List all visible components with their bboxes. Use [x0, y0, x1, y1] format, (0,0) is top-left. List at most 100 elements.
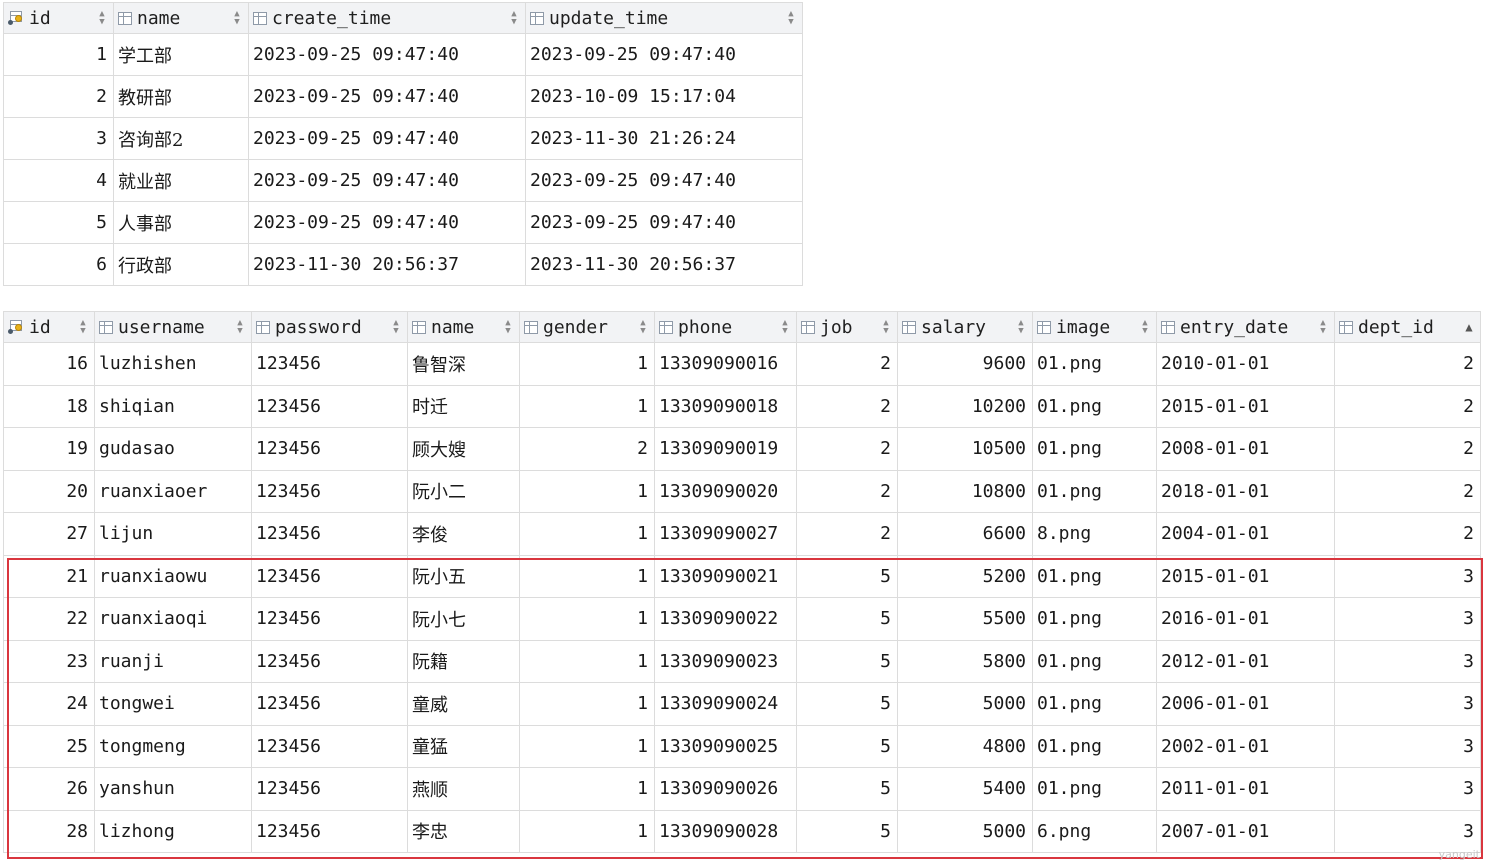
emp-col-job-header[interactable]: job ▲ ▼ — [796, 311, 898, 343]
emp-cell-phone[interactable]: 13309090022 — [654, 597, 797, 641]
emp-cell-job[interactable]: 2 — [796, 469, 898, 513]
emp-cell-id[interactable]: 24 — [3, 682, 95, 726]
emp-cell-phone[interactable]: 13309090026 — [654, 767, 797, 811]
emp-cell-job[interactable]: 5 — [796, 724, 898, 768]
table-row[interactable]: 21 ruanxiaowu 123456 阮小五 1 13309090021 5 5200 01… — [3, 554, 1481, 598]
emp-cell-gender[interactable]: 1 — [519, 384, 655, 428]
dept-cell-name[interactable]: 咨询部2 — [113, 117, 249, 160]
emp-cell-password[interactable]: 123456 — [251, 554, 408, 598]
sort-arrows-icon[interactable]: ▲ ▼ — [1016, 319, 1026, 336]
emp-cell-entry-date[interactable]: 2006-01-01 — [1156, 682, 1335, 726]
dept-cell-update-time[interactable]: 2023-11-30 20:56:37 — [525, 243, 803, 286]
emp-cell-password[interactable]: 123456 — [251, 342, 408, 386]
emp-cell-job[interactable]: 5 — [796, 554, 898, 598]
emp-cell-password[interactable]: 123456 — [251, 384, 408, 428]
table-row[interactable]: 23 ruanji 123456 阮籍 1 13309090023 5 5800 01.png 2… — [3, 639, 1481, 683]
emp-cell-username[interactable]: ruanxiaoer — [94, 469, 252, 513]
sort-arrows-icon[interactable]: ▲ ▼ — [780, 319, 790, 336]
emp-cell-job[interactable]: 5 — [796, 639, 898, 683]
table-row[interactable]: 3 咨询部2 2023-09-25 09:47:40 2023-11-30 21:26… — [3, 117, 803, 160]
emp-cell-phone[interactable]: 13309090018 — [654, 384, 797, 428]
dept-cell-create-time[interactable]: 2023-09-25 09:47:40 — [248, 75, 526, 118]
emp-cell-gender[interactable]: 1 — [519, 554, 655, 598]
dept-col-update-time-header[interactable]: update_time ▲ ▼ — [525, 2, 803, 34]
emp-cell-dept-id[interactable]: 2 — [1334, 427, 1481, 471]
emp-cell-phone[interactable]: 13309090023 — [654, 639, 797, 683]
sort-ascending-icon[interactable]: ▲ — [1464, 321, 1474, 333]
emp-cell-gender[interactable]: 1 — [519, 512, 655, 556]
sort-arrows-icon[interactable]: ▲ ▼ — [97, 10, 107, 27]
emp-cell-gender[interactable]: 1 — [519, 809, 655, 853]
emp-cell-salary[interactable]: 5000 — [897, 682, 1033, 726]
emp-cell-dept-id[interactable]: 3 — [1334, 554, 1481, 598]
emp-cell-password[interactable]: 123456 — [251, 469, 408, 513]
dept-cell-name[interactable]: 就业部 — [113, 159, 249, 202]
emp-cell-salary[interactable]: 10800 — [897, 469, 1033, 513]
emp-cell-dept-id[interactable]: 3 — [1334, 597, 1481, 641]
dept-cell-name[interactable]: 人事部 — [113, 201, 249, 244]
emp-cell-id[interactable]: 18 — [3, 384, 95, 428]
emp-cell-username[interactable]: ruanji — [94, 639, 252, 683]
emp-cell-name[interactable]: 李忠 — [407, 809, 520, 853]
emp-cell-password[interactable]: 123456 — [251, 427, 408, 471]
table-row[interactable]: 5 人事部 2023-09-25 09:47:40 2023-09-25 09:47:… — [3, 201, 803, 244]
table-row[interactable]: 18 shiqian 123456 时迁 1 13309090018 2 10200 01.pn… — [3, 384, 1481, 428]
emp-cell-job[interactable]: 5 — [796, 682, 898, 726]
emp-cell-name[interactable]: 时迁 — [407, 384, 520, 428]
emp-cell-username[interactable]: tongmeng — [94, 724, 252, 768]
emp-cell-gender[interactable]: 1 — [519, 724, 655, 768]
emp-cell-username[interactable]: lizhong — [94, 809, 252, 853]
dept-cell-create-time[interactable]: 2023-09-25 09:47:40 — [248, 117, 526, 160]
emp-cell-dept-id[interactable]: 3 — [1334, 809, 1481, 853]
emp-col-gender-header[interactable]: gender ▲ ▼ — [519, 311, 655, 343]
emp-cell-image[interactable]: 01.png — [1032, 767, 1157, 811]
emp-cell-gender[interactable]: 1 — [519, 342, 655, 386]
emp-cell-entry-date[interactable]: 2004-01-01 — [1156, 512, 1335, 556]
emp-cell-username[interactable]: ruanxiaowu — [94, 554, 252, 598]
emp-cell-name[interactable]: 鲁智深 — [407, 342, 520, 386]
dept-col-id-header[interactable]: id ▲ ▼ — [3, 2, 114, 34]
emp-cell-id[interactable]: 28 — [3, 809, 95, 853]
emp-cell-gender[interactable]: 1 — [519, 639, 655, 683]
emp-cell-name[interactable]: 童威 — [407, 682, 520, 726]
emp-cell-dept-id[interactable]: 2 — [1334, 512, 1481, 556]
sort-arrows-icon[interactable]: ▲ ▼ — [509, 10, 519, 27]
emp-cell-dept-id[interactable]: 3 — [1334, 724, 1481, 768]
emp-cell-salary[interactable]: 10200 — [897, 384, 1033, 428]
emp-cell-job[interactable]: 5 — [796, 597, 898, 641]
emp-cell-dept-id[interactable]: 3 — [1334, 639, 1481, 683]
emp-cell-entry-date[interactable]: 2011-01-01 — [1156, 767, 1335, 811]
emp-cell-job[interactable]: 5 — [796, 809, 898, 853]
sort-arrows-icon[interactable]: ▲ ▼ — [391, 319, 401, 336]
table-row[interactable]: 4 就业部 2023-09-25 09:47:40 2023-09-25 09:47:… — [3, 159, 803, 202]
dept-cell-id[interactable]: 4 — [3, 159, 114, 202]
emp-cell-entry-date[interactable]: 2018-01-01 — [1156, 469, 1335, 513]
emp-cell-entry-date[interactable]: 2010-01-01 — [1156, 342, 1335, 386]
table-row[interactable]: 2 教研部 2023-09-25 09:47:40 2023-10-09 15:17:… — [3, 75, 803, 118]
emp-col-name-header[interactable]: name ▲ ▼ — [407, 311, 520, 343]
sort-arrows-icon[interactable]: ▲ ▼ — [78, 319, 88, 336]
emp-cell-image[interactable]: 01.png — [1032, 554, 1157, 598]
dept-col-create-time-header[interactable]: create_time ▲ ▼ — [248, 2, 526, 34]
table-row[interactable]: 19 gudasao 123456 顾大嫂 2 13309090019 2 10500 01.p… — [3, 427, 1481, 471]
emp-cell-name[interactable]: 李俊 — [407, 512, 520, 556]
sort-arrows-icon[interactable]: ▲ ▼ — [503, 319, 513, 336]
emp-cell-job[interactable]: 2 — [796, 512, 898, 556]
table-row[interactable]: 25 tongmeng 123456 童猛 1 13309090025 5 4800 01.pn… — [3, 724, 1481, 768]
dept-cell-name[interactable]: 学工部 — [113, 33, 249, 76]
emp-cell-dept-id[interactable]: 2 — [1334, 342, 1481, 386]
emp-cell-name[interactable]: 阮小七 — [407, 597, 520, 641]
emp-cell-job[interactable]: 2 — [796, 384, 898, 428]
emp-cell-id[interactable]: 23 — [3, 639, 95, 683]
emp-cell-salary[interactable]: 6600 — [897, 512, 1033, 556]
table-row[interactable]: 1 学工部 2023-09-25 09:47:40 2023-09-25 09:47:… — [3, 33, 803, 76]
emp-cell-phone[interactable]: 13309090024 — [654, 682, 797, 726]
emp-cell-username[interactable]: shiqian — [94, 384, 252, 428]
emp-cell-salary[interactable]: 5400 — [897, 767, 1033, 811]
dept-cell-id[interactable]: 5 — [3, 201, 114, 244]
emp-cell-salary[interactable]: 5000 — [897, 809, 1033, 853]
emp-cell-phone[interactable]: 13309090027 — [654, 512, 797, 556]
emp-cell-salary[interactable]: 5800 — [897, 639, 1033, 683]
emp-cell-gender[interactable]: 2 — [519, 427, 655, 471]
dept-cell-create-time[interactable]: 2023-09-25 09:47:40 — [248, 33, 526, 76]
